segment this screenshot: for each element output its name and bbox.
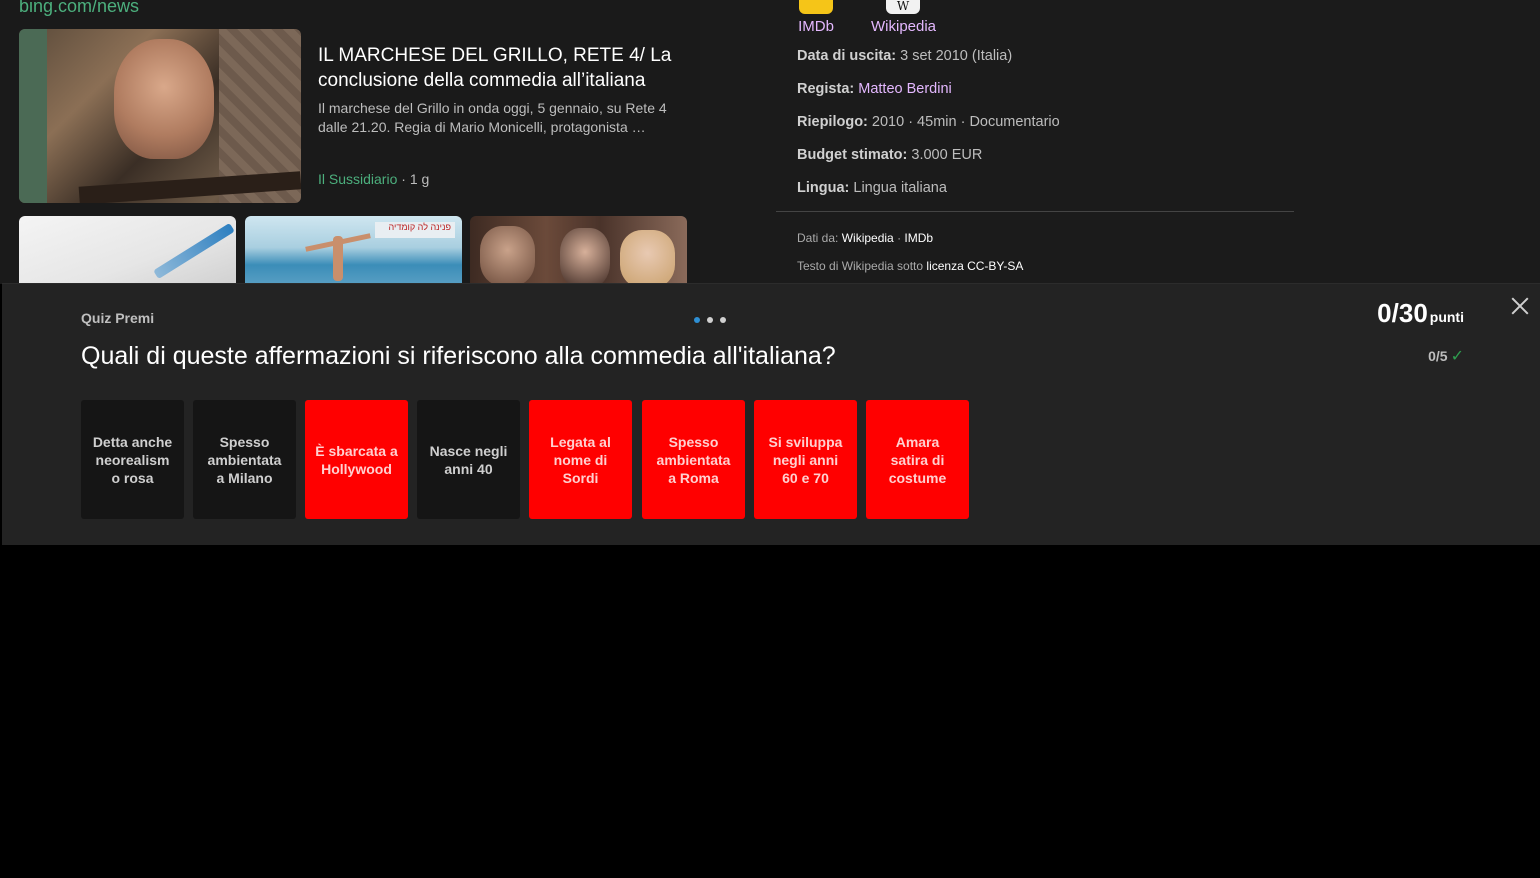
score-value: 0/30 xyxy=(1377,298,1428,328)
quiz-option-2[interactable]: Spesso ambientata a Milano xyxy=(193,400,296,519)
news-thumbnail-actors[interactable] xyxy=(470,216,687,284)
quiz-option-3[interactable]: È sbarcata a Hollywood xyxy=(305,400,408,519)
quiz-progress: 0/5 ✓ xyxy=(1428,346,1464,366)
credits-license: Testo di Wikipedia sotto licenza CC-BY-S… xyxy=(797,259,1024,273)
thumbnail-sign: פנינה לה קומדיה xyxy=(375,222,455,238)
step-dot-2 xyxy=(707,317,713,323)
news-column: bing.com/news IL MARCHESE DEL GRILLO, RE… xyxy=(0,0,700,284)
credits-imdb-link[interactable]: IMDb xyxy=(904,231,933,245)
quiz-options: Detta anche neorealism o rosa Spesso amb… xyxy=(81,400,981,519)
quiz-option-8[interactable]: Amara satira di costume xyxy=(866,400,969,519)
check-icon: ✓ xyxy=(1450,348,1464,365)
info-divider xyxy=(776,211,1294,212)
news-age: · 1 g xyxy=(397,171,430,187)
thumbnail-face xyxy=(114,39,214,159)
step-dot-3 xyxy=(720,317,726,323)
news-meta: Il Sussidiario · 1 g xyxy=(318,171,429,187)
license-link[interactable]: licenza CC-BY-SA xyxy=(926,259,1023,273)
quiz-panel: Quiz Premi 0/30 punti 0/5 ✓ Quali di quest… xyxy=(2,283,1540,545)
thumbnail-window-frame xyxy=(19,29,47,203)
credits-data-source: Dati da: Wikipedia · IMDb xyxy=(797,231,934,245)
wikipedia-label: Wikipedia xyxy=(871,18,937,35)
news-snippet: Il marchese del Grillo in onda oggi, 5 g… xyxy=(318,100,667,135)
thumbnail-person-3 xyxy=(620,230,675,284)
thumbnail-person-1 xyxy=(480,226,535,284)
fact-language: Lingua: Lingua italiana xyxy=(797,180,947,196)
step-dot-1 xyxy=(694,317,700,323)
fact-budget: Budget stimato: 3.000 EUR xyxy=(797,147,983,163)
news-source-link[interactable]: bing.com/news xyxy=(19,0,139,17)
imdb-icon xyxy=(799,0,833,14)
news-source-name[interactable]: Il Sussidiario xyxy=(318,171,397,187)
quiz-option-7[interactable]: Si sviluppa negli anni 60 e 70 xyxy=(754,400,857,519)
news-thumbnail[interactable] xyxy=(19,29,301,203)
imdb-label: IMDb xyxy=(798,18,834,35)
quiz-option-6[interactable]: Spesso ambientata a Roma xyxy=(642,400,745,519)
syringe-shape xyxy=(153,222,235,280)
fact-summary: Riepilogo: 2010 · 45min · Documentario xyxy=(797,114,1060,130)
credits-wikipedia-link[interactable]: Wikipedia xyxy=(842,231,894,245)
quiz-option-4[interactable]: Nasce negli anni 40 xyxy=(417,400,520,519)
close-icon[interactable] xyxy=(1510,296,1530,316)
score-unit: punti xyxy=(1429,309,1464,325)
news-title[interactable]: IL MARCHESE DEL GRILLO, RETE 4/ La concl… xyxy=(318,43,688,93)
quiz-step-dots xyxy=(692,317,732,325)
fact-release-date: Data di uscita: 3 set 2010 (Italia) xyxy=(797,48,1013,64)
info-panel: IMDb W Wikipedia Data di uscita: 3 set 2… xyxy=(776,0,1294,284)
fact-director: Regista: Matteo Berdini xyxy=(797,81,952,97)
quiz-option-5[interactable]: Legata al nome di Sordi xyxy=(529,400,632,519)
thumbnail-figure xyxy=(333,236,343,281)
search-results-page: bing.com/news IL MARCHESE DEL GRILLO, RE… xyxy=(0,0,1540,284)
quiz-option-1[interactable]: Detta anche neorealism o rosa xyxy=(81,400,184,519)
thumbnail-person-2 xyxy=(560,228,610,284)
news-thumbnail-syringe[interactable] xyxy=(19,216,236,284)
quiz-question: Quali di queste affermazioni si riferisc… xyxy=(81,342,836,370)
news-card[interactable]: IL MARCHESE DEL GRILLO, RETE 4/ La concl… xyxy=(19,29,687,203)
news-thumbnail-beach[interactable]: פנינה לה קומדיה xyxy=(245,216,462,284)
progress-value: 0/5 xyxy=(1428,348,1448,364)
wikipedia-icon: W xyxy=(886,0,920,14)
quiz-score: 0/30 punti xyxy=(1377,298,1464,329)
wikipedia-link[interactable]: W Wikipedia xyxy=(871,0,937,35)
quiz-label: Quiz Premi xyxy=(81,310,155,326)
imdb-link[interactable]: IMDb xyxy=(797,0,835,35)
external-links: IMDb W Wikipedia xyxy=(797,0,1197,36)
director-link[interactable]: Matteo Berdini xyxy=(858,81,952,97)
